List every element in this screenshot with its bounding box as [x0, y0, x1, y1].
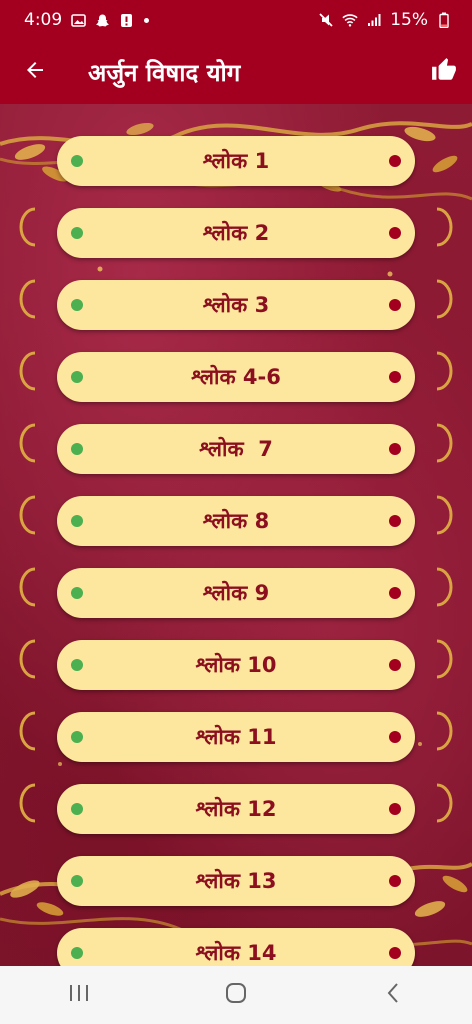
- status-dot-green: [71, 803, 83, 815]
- status-dot-red: [389, 443, 401, 455]
- status-time: 4:09: [24, 10, 63, 30]
- shlok-item-13[interactable]: श्लोक 13: [57, 856, 415, 906]
- status-dot-red: [389, 947, 401, 959]
- battery-icon: [436, 12, 452, 28]
- status-dot-green: [71, 659, 83, 671]
- system-back-button[interactable]: [363, 966, 423, 1024]
- snapchat-icon: [94, 12, 110, 28]
- shlok-item-10[interactable]: श्लोक 10: [57, 640, 415, 690]
- shlok-item-3[interactable]: श्लोक 3: [57, 280, 415, 330]
- shlok-item-1[interactable]: श्लोक 1: [57, 136, 415, 186]
- app-bar: अर्जुन विषाद योग: [0, 40, 472, 104]
- status-dot-red: [389, 803, 401, 815]
- thumbs-up-icon: [431, 57, 457, 87]
- like-button[interactable]: [416, 40, 472, 104]
- shlok-label: श्लोक 13: [195, 869, 277, 893]
- status-dot-red: [389, 227, 401, 239]
- shlok-item-2[interactable]: श्लोक 2: [57, 208, 415, 258]
- status-dot-green: [71, 515, 83, 527]
- status-dot-green: [71, 587, 83, 599]
- status-dot-green: [71, 155, 83, 167]
- recent-apps-button[interactable]: [49, 966, 109, 1024]
- status-dot-green: [71, 443, 83, 455]
- shlok-item-4-6[interactable]: श्लोक 4-6: [57, 352, 415, 402]
- status-dot-green: [71, 731, 83, 743]
- home-icon: [225, 982, 247, 1008]
- shlok-item-12[interactable]: श्लोक 12: [57, 784, 415, 834]
- status-dot-green: [71, 227, 83, 239]
- shlok-label: श्लोक 11: [195, 725, 277, 749]
- status-left: 4:09: [24, 10, 150, 30]
- system-nav-bar: [0, 966, 472, 1024]
- status-bar: 4:09 15%: [0, 0, 472, 40]
- status-right: 15%: [318, 10, 452, 30]
- shlok-list-area[interactable]: श्लोक 1 श्लोक 2 श्लोक 3 श्लोक 4-6 श्लोक …: [0, 104, 472, 966]
- dot-icon: [144, 17, 150, 23]
- shlok-item-11[interactable]: श्लोक 11: [57, 712, 415, 762]
- arrow-left-icon: [23, 58, 47, 86]
- shlok-label: श्लोक 4-6: [191, 365, 281, 389]
- shlok-label: श्लोक 8: [202, 509, 270, 533]
- page-title: अर्जुन विषाद योग: [88, 58, 241, 87]
- status-dot-red: [389, 371, 401, 383]
- status-dot-green: [71, 371, 83, 383]
- status-dot-red: [389, 875, 401, 887]
- shlok-label: श्लोक 7: [199, 437, 273, 461]
- shlok-item-14[interactable]: श्लोक 14: [57, 928, 415, 966]
- status-dot-red: [389, 299, 401, 311]
- alert-icon: [118, 12, 134, 28]
- recent-apps-icon: [68, 983, 90, 1007]
- status-dot-green: [71, 875, 83, 887]
- status-dot-red: [389, 659, 401, 671]
- back-icon: [385, 982, 401, 1008]
- mute-icon: [318, 12, 334, 28]
- shlok-label: श्लोक 12: [195, 797, 277, 821]
- shlok-item-7[interactable]: श्लोक 7: [57, 424, 415, 474]
- shlok-item-8[interactable]: श्लोक 8: [57, 496, 415, 546]
- shlok-label: श्लोक 14: [195, 941, 277, 965]
- battery-text: 15%: [390, 10, 428, 30]
- shlok-label: श्लोक 9: [202, 581, 270, 605]
- home-button[interactable]: [206, 966, 266, 1024]
- status-dot-red: [389, 587, 401, 599]
- shlok-label: श्लोक 1: [202, 149, 270, 173]
- shlok-label: श्लोक 10: [195, 653, 277, 677]
- shlok-label: श्लोक 3: [202, 293, 270, 317]
- status-dot-red: [389, 155, 401, 167]
- wifi-icon: [342, 12, 358, 28]
- back-button[interactable]: [0, 40, 70, 104]
- status-dot-green: [71, 947, 83, 959]
- status-dot-red: [389, 731, 401, 743]
- shlok-label: श्लोक 2: [202, 221, 270, 245]
- signal-icon: [366, 12, 382, 28]
- shlok-item-9[interactable]: श्लोक 9: [57, 568, 415, 618]
- status-dot-red: [389, 515, 401, 527]
- status-dot-green: [71, 299, 83, 311]
- gallery-icon: [70, 12, 86, 28]
